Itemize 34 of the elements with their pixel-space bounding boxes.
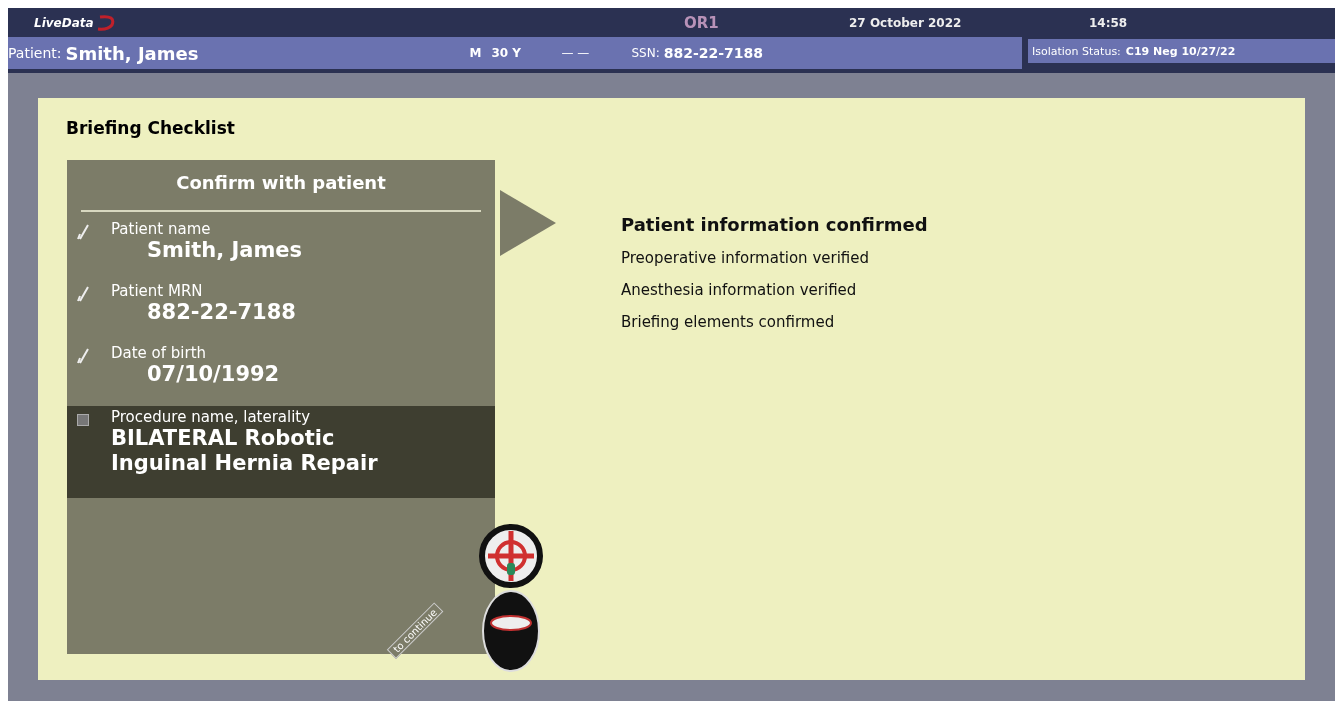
empty-field: — —	[561, 46, 632, 60]
item-label: Patient name	[111, 220, 212, 238]
item-value: Smith, James	[147, 238, 303, 262]
step-text: Anesthesia information verified	[621, 281, 858, 299]
checklist-item-highlight[interactable]: Procedure name, laterality BILATERAL Robotic Inguinal Hernia Repair	[67, 406, 495, 498]
item-label: Procedure name, laterality	[111, 408, 312, 426]
date-label: 27 October 2022	[849, 15, 963, 30]
time-label: 14:58	[1089, 15, 1128, 30]
isolation-label: Isolation Status:	[1032, 44, 1121, 58]
item-label: Date of birth	[111, 344, 208, 362]
patient-name: Smith, James	[65, 42, 200, 64]
ssn-label: SSN:	[631, 46, 660, 60]
sex-label: M	[469, 46, 483, 60]
item-value: BILATERAL Robotic Inguinal Hernia Repair	[111, 426, 379, 477]
checklist-item[interactable]: Patient MRN 882-22-7188	[67, 282, 495, 344]
item-value: 07/10/1992	[147, 362, 280, 386]
panel-title: Confirm with patient	[175, 171, 387, 195]
logo: LiveData	[34, 15, 94, 30]
patient-label: Patient:	[8, 45, 62, 61]
checklist-item[interactable]: Date of birth 07/10/1992	[67, 344, 495, 406]
checklist-item[interactable]: Patient name Smith, James	[67, 220, 495, 282]
item-value: 882-22-7188	[147, 300, 296, 324]
arrow-icon	[500, 190, 556, 256]
step-text: Briefing elements confirmed	[621, 313, 836, 331]
dialog-title: Briefing Checklist	[66, 118, 236, 138]
remote-control-icon[interactable]	[478, 523, 544, 673]
item-label: Patient MRN	[111, 282, 204, 300]
ssn-value: 882-22-7188	[663, 45, 764, 61]
step-text: Preoperative information verified	[621, 249, 871, 267]
step-text: Patient information confirmed	[621, 214, 928, 235]
room-label: OR1	[684, 13, 720, 32]
isolation-value: C19 Neg 10/27/22	[1125, 44, 1236, 58]
age-label: 30 Y	[491, 46, 523, 60]
checkbox[interactable]	[77, 414, 89, 426]
